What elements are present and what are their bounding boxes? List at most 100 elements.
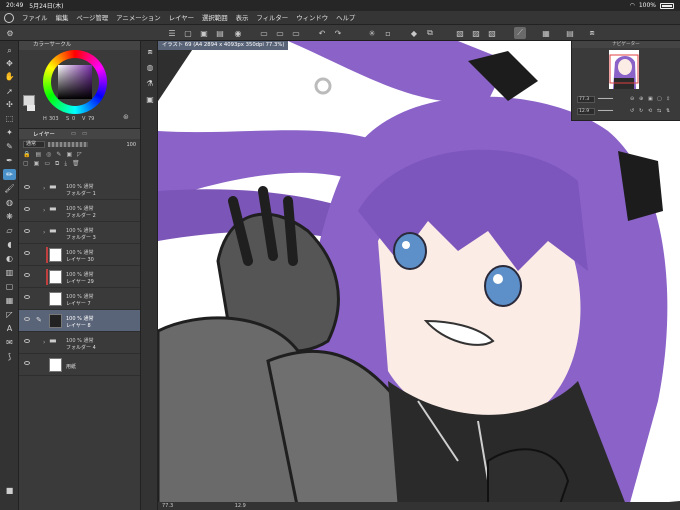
blend-mode-select[interactable]: 通常: [23, 141, 45, 148]
undo-icon[interactable]: ↶: [316, 27, 328, 39]
figure-tool-icon[interactable]: ▢: [3, 281, 16, 292]
rotate-slider[interactable]: ━━━━━: [598, 108, 613, 114]
color-mode-icon[interactable]: ⊛: [123, 113, 129, 121]
sub-color-swatch[interactable]: [27, 105, 35, 111]
fit-icon[interactable]: ▢: [657, 96, 662, 102]
lock-icon[interactable]: 🔒: [23, 151, 30, 158]
visibility-eye-icon[interactable]: [24, 185, 30, 189]
folder-expand-icon[interactable]: ›: [43, 185, 45, 192]
zoom-slider[interactable]: ━━━━━: [598, 96, 613, 102]
menu-layer[interactable]: レイヤー: [169, 13, 194, 22]
rotate-value[interactable]: 12.9: [235, 503, 246, 509]
navigator-preview[interactable]: [609, 50, 639, 89]
rotate-left-icon[interactable]: ↺: [630, 108, 634, 114]
ruler-tool-icon[interactable]: ◸: [3, 309, 16, 320]
app-logo-icon[interactable]: [4, 12, 14, 23]
visibility-eye-icon[interactable]: [24, 317, 30, 321]
actual-size-icon[interactable]: ▣: [648, 96, 653, 102]
fit-width-icon[interactable]: ⇳: [666, 96, 670, 102]
pencil-tool-icon[interactable]: ✏: [3, 169, 16, 180]
folder-expand-icon[interactable]: ›: [43, 207, 45, 214]
new-vector-layer-icon[interactable]: ▣: [34, 160, 40, 167]
tab-layer[interactable]: レイヤー: [33, 130, 55, 138]
sub-tool-icon[interactable]: ⧈: [144, 47, 156, 59]
menu-animation[interactable]: アニメーション: [116, 13, 160, 22]
eyedropper-tool-icon[interactable]: ✎: [3, 141, 16, 152]
list-item[interactable]: 用紙: [19, 354, 140, 376]
sub-tool-detail-icon[interactable]: ⚗: [144, 79, 156, 91]
visibility-eye-icon[interactable]: [24, 361, 30, 365]
snap-ruler-icon[interactable]: ▤: [564, 27, 576, 39]
new-folder-icon[interactable]: ▭: [44, 160, 50, 167]
clear-icon[interactable]: ▫: [382, 27, 394, 39]
menu-window[interactable]: ウィンドウ: [296, 13, 328, 22]
menu-edit[interactable]: 編集: [56, 13, 69, 22]
list-item[interactable]: › ▬ 100 % 通常 フォルダー 3: [19, 222, 140, 244]
move-tool-icon[interactable]: ✥: [3, 58, 16, 69]
delete-layer-icon[interactable]: 🗑: [72, 160, 80, 167]
export-icon[interactable]: ▭: [274, 27, 286, 39]
zoom-value[interactable]: 77.3: [162, 503, 173, 509]
airbrush-tool-icon[interactable]: ◍: [3, 197, 16, 208]
menu-page[interactable]: ページ管理: [76, 13, 108, 22]
frame-tool-icon[interactable]: ▦: [3, 295, 16, 306]
saturation-value-square[interactable]: [58, 65, 92, 99]
menu-file[interactable]: ファイル: [22, 13, 48, 22]
folder-expand-icon[interactable]: ›: [43, 229, 45, 236]
transform-icon[interactable]: ⧉: [424, 27, 436, 39]
list-item[interactable]: 100 % 通常 レイヤー 30: [19, 244, 140, 266]
camera-icon[interactable]: ◉: [232, 27, 244, 39]
auto-select-tool-icon[interactable]: ✦: [3, 127, 16, 138]
correct-line-tool-icon[interactable]: ⟆: [3, 351, 16, 362]
redo-icon[interactable]: ↷: [332, 27, 344, 39]
flip-horizontal-icon[interactable]: ⇆: [657, 108, 661, 114]
new-file-icon[interactable]: ▢: [182, 27, 194, 39]
fill-icon[interactable]: ◆: [408, 27, 420, 39]
blend-tool-icon[interactable]: ◖: [3, 239, 16, 250]
zoom-in-icon[interactable]: ⊕: [639, 96, 643, 102]
color-swatch-icon[interactable]: ■: [3, 485, 16, 496]
list-item[interactable]: › ▬ 100 % 通常 フォルダー 1: [19, 178, 140, 200]
reset-rotation-icon[interactable]: ⟲: [648, 108, 652, 114]
eraser-tool-icon[interactable]: ▱: [3, 225, 16, 236]
zoom-out-icon[interactable]: ⊖: [630, 96, 634, 102]
list-item[interactable]: › ▬ 100 % 通常 フォルダー 2: [19, 200, 140, 222]
color-wheel[interactable]: [43, 50, 107, 114]
ruler-snap-icon[interactable]: ⟋: [514, 27, 526, 39]
reference-icon[interactable]: ◎: [46, 151, 51, 158]
balloon-tool-icon[interactable]: ✉: [3, 337, 16, 348]
navigator-angle-field[interactable]: 12.9: [577, 108, 595, 115]
list-item[interactable]: 100 % 通常 レイヤー 7: [19, 288, 140, 310]
visibility-eye-icon[interactable]: [24, 229, 30, 233]
crop-icon[interactable]: ▧: [486, 27, 498, 39]
pen-tool-icon[interactable]: ✒: [3, 155, 16, 166]
rotate-right-icon[interactable]: ↻: [639, 108, 643, 114]
menu-help[interactable]: ヘルプ: [336, 13, 355, 22]
draft-icon[interactable]: ✎: [56, 151, 61, 158]
print-icon[interactable]: ▭: [290, 27, 302, 39]
move-layer-tool-icon[interactable]: ✣: [3, 99, 16, 110]
mask-icon[interactable]: ▣: [66, 151, 72, 158]
text-tool-icon[interactable]: A: [3, 323, 16, 334]
snap-perspective-icon[interactable]: ⧈: [586, 27, 598, 39]
list-item[interactable]: › ▬ 100 % 通常 フォルダー 4: [19, 332, 140, 354]
menu-selection[interactable]: 選択範囲: [202, 13, 228, 22]
fill-tool-icon[interactable]: ◐: [3, 253, 16, 264]
visibility-eye-icon[interactable]: [24, 339, 30, 343]
menu-list-icon[interactable]: ☰: [166, 27, 178, 39]
tab-history-icon[interactable]: ▭: [82, 131, 87, 137]
invert-icon[interactable]: ▨: [470, 27, 482, 39]
open-file-icon[interactable]: ▣: [198, 27, 210, 39]
share-icon[interactable]: ▭: [258, 27, 270, 39]
settings-icon[interactable]: ⚙: [4, 27, 16, 39]
hand-tool-icon[interactable]: ✋: [3, 71, 16, 82]
brush-size-icon[interactable]: ◍: [144, 63, 156, 75]
tab-properties-icon[interactable]: ▭: [71, 131, 76, 137]
brush-tool-icon[interactable]: 🖌: [3, 183, 16, 194]
ruler-icon[interactable]: ◸: [77, 151, 82, 158]
visibility-eye-icon[interactable]: [24, 295, 30, 299]
new-raster-layer-icon[interactable]: ▢: [23, 160, 29, 167]
flip-vertical-icon[interactable]: ⇅: [666, 108, 670, 114]
decoration-tool-icon[interactable]: ❋: [3, 211, 16, 222]
snap-grid-icon[interactable]: ▦: [540, 27, 552, 39]
